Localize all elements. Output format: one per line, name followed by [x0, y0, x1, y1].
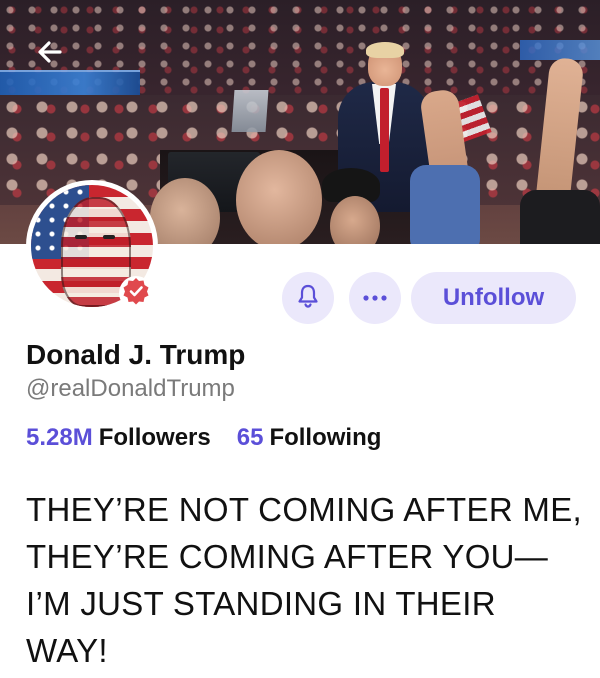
banner-speaker-tie: [380, 88, 389, 172]
followers-link[interactable]: 5.28M Followers: [26, 424, 211, 452]
user-handle: @realDonaldTrump: [26, 375, 235, 402]
bell-icon: [295, 283, 321, 314]
unfollow-button[interactable]: Unfollow: [411, 272, 576, 324]
avatar-eye: [75, 235, 87, 239]
follow-stats: 5.28M Followers 65 Following: [26, 424, 381, 452]
more-options-button[interactable]: [349, 272, 401, 324]
profile-bio: THEY’RE NOT COMING AFTER ME, THEY’RE COM…: [26, 491, 582, 669]
back-button[interactable]: [26, 30, 74, 78]
verified-badge: [119, 276, 153, 310]
banner-crowd-arm: [410, 165, 480, 244]
arrow-left-icon: [36, 38, 64, 71]
notifications-button[interactable]: [282, 272, 334, 324]
banner-crowd-head: [236, 150, 322, 244]
banner-screen: [520, 40, 600, 60]
following-link[interactable]: 65 Following: [237, 424, 382, 452]
display-name: Donald J. Trump: [26, 339, 246, 370]
avatar-eye: [103, 235, 115, 239]
banner-teleprompter: [231, 90, 269, 132]
verified-badge-icon: [122, 277, 150, 310]
followers-label: Followers: [98, 424, 211, 451]
following-label: Following: [269, 424, 382, 451]
followers-count: 5.28M: [26, 424, 93, 451]
banner-speaker-hair: [366, 42, 404, 58]
more-horizontal-icon: [362, 289, 388, 307]
banner-crowd-arm: [520, 190, 600, 244]
following-count: 65: [236, 424, 264, 451]
